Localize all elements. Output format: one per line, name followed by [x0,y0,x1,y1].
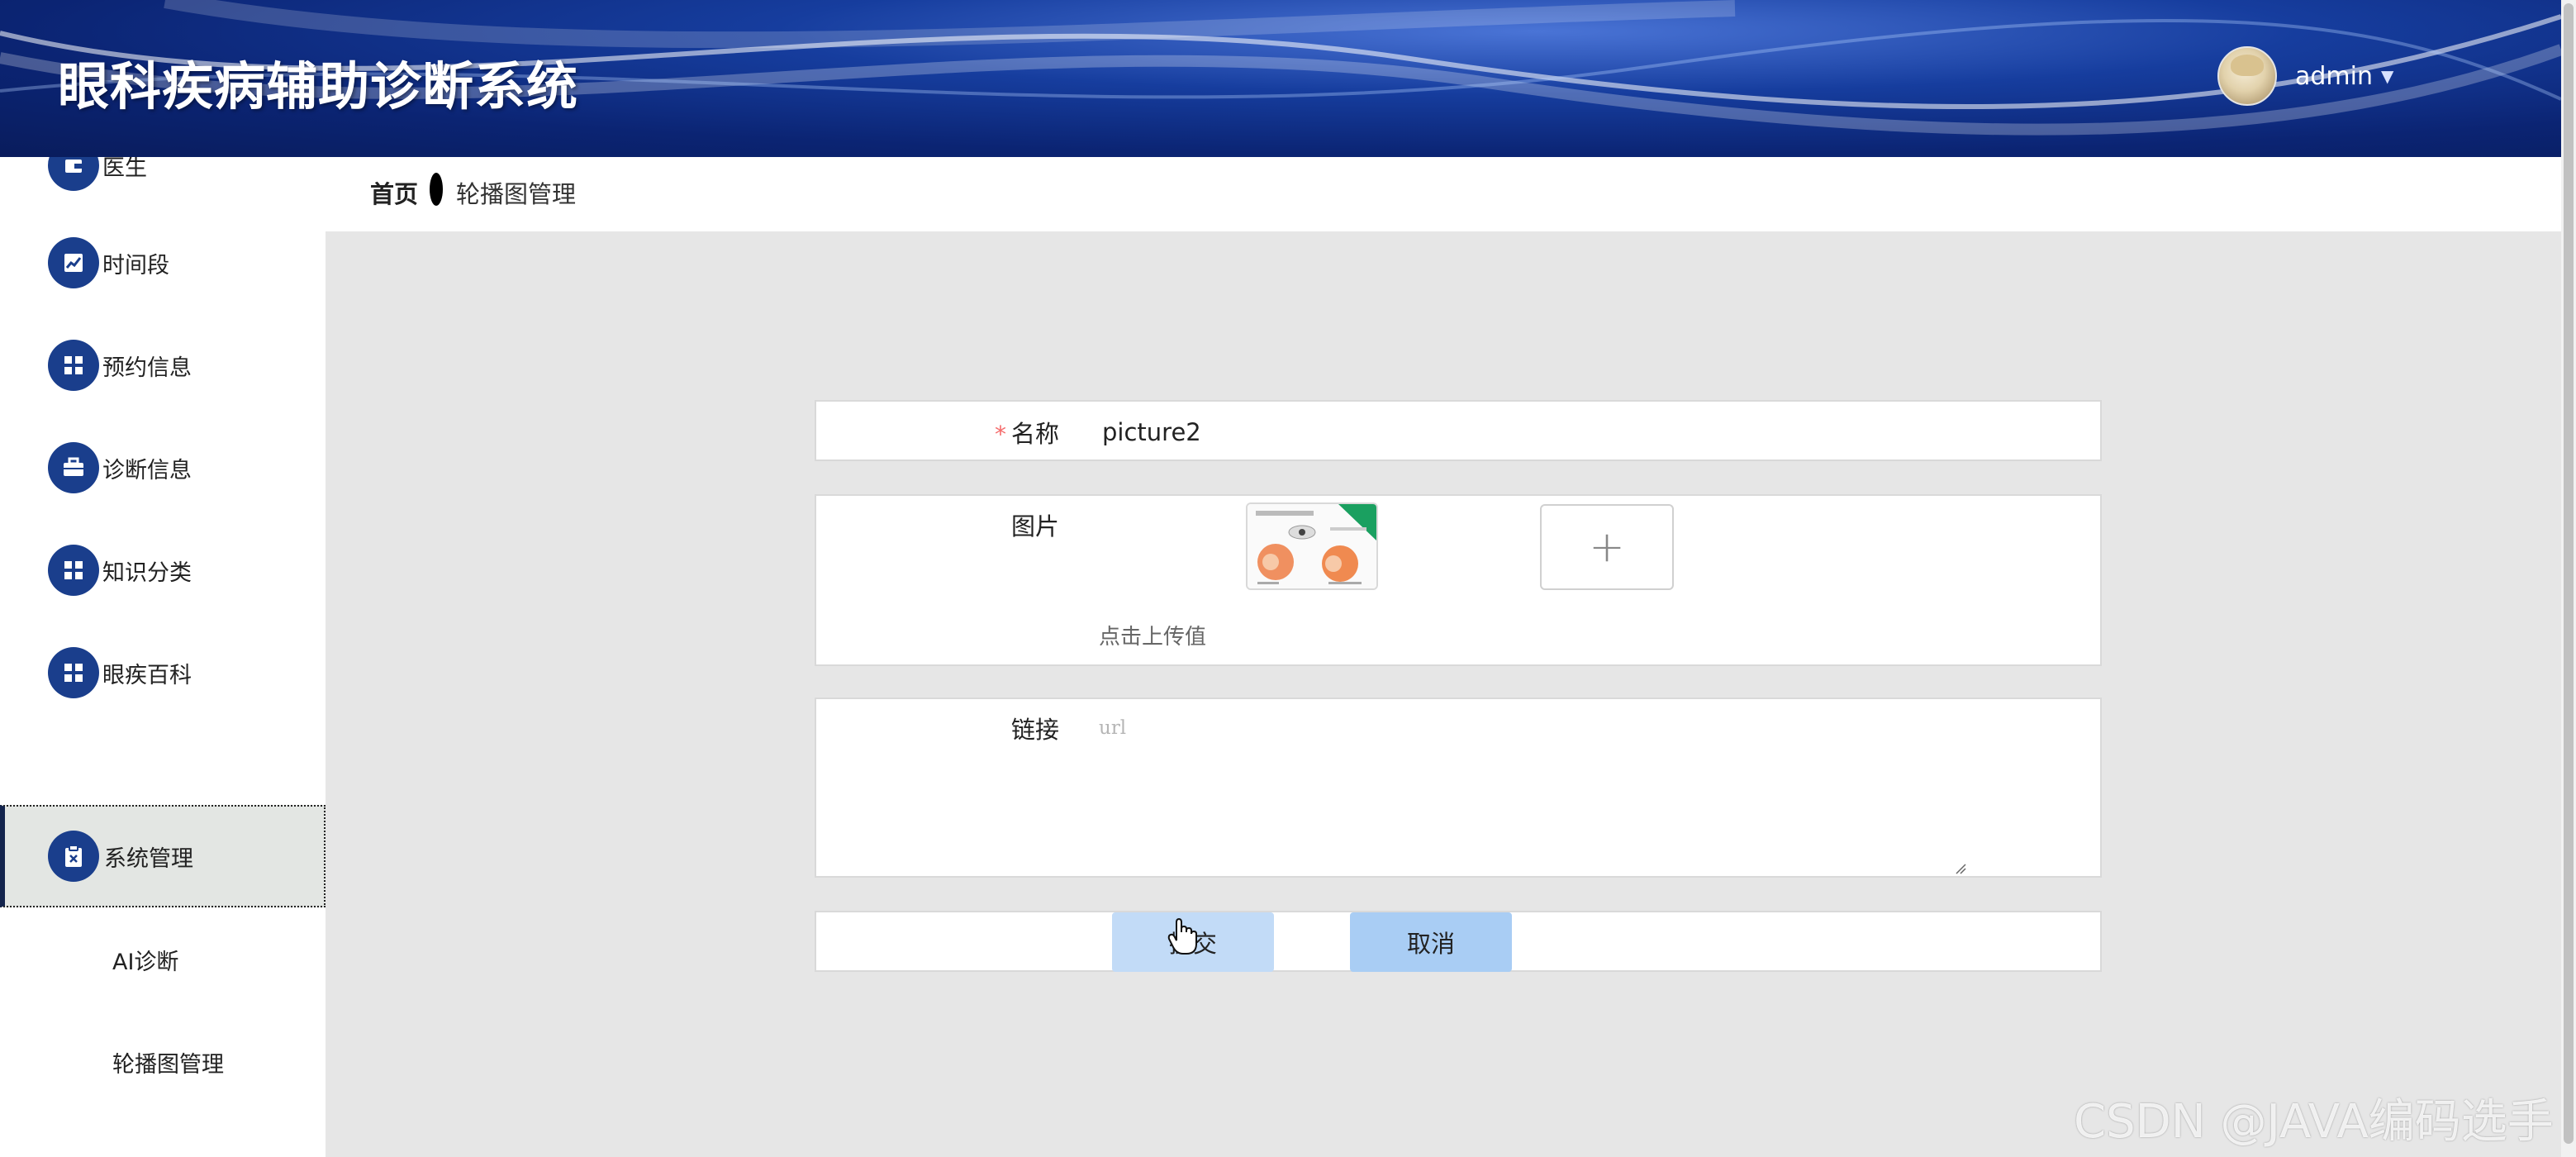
cancel-button[interactable]: 取消 [1350,912,1512,972]
form-row-image: 图片 + 点击上传值 [815,494,2102,666]
form-row-name: * 名称 [815,400,2102,463]
grid-icon [48,545,99,596]
sidebar: 医生 时间段 预约信息 诊断信息 知识分类 眼疾百科 系统管理 AI诊断 轮播图… [0,157,326,1157]
sidebar-subitem-ai-diagnosis[interactable]: AI诊断 [112,944,178,976]
caret-down-icon[interactable]: ▼ [2381,66,2393,86]
app-header: 眼科疾病辅助诊断系统 admin ▼ [0,0,2561,157]
chart-icon [48,237,99,288]
sidebar-item-doctor[interactable]: 医生 [0,157,326,217]
sidebar-item-appointment[interactable]: 预约信息 [0,314,326,417]
name-label: * 名称 [995,415,1059,450]
plus-icon: + [1589,522,1625,572]
upload-plus-button[interactable]: + [1540,504,1674,590]
image-label: 图片 [1010,512,1059,540]
resize-grip-icon[interactable] [1955,863,1966,874]
sidebar-subitem-carousel-management[interactable]: 轮播图管理 [112,1046,224,1078]
name-input[interactable] [1100,402,2100,463]
sidebar-item-label: 系统管理 [104,845,193,872]
sidebar-item-diagnosis[interactable]: 诊断信息 [0,417,326,519]
scrollbar-thumb[interactable] [2564,3,2574,1144]
link-label: 链接 [1010,716,1059,744]
breadcrumb-home[interactable]: 首页 [370,175,418,210]
grid-icon [48,647,99,698]
wallet-icon [48,157,99,191]
sidebar-item-label: 知识分类 [102,559,192,586]
watermark: CSDN @JAVA编码选手 [2074,1095,2554,1149]
username[interactable]: admin [2295,62,2373,91]
grid-icon [48,340,99,391]
upload-hint[interactable]: 点击上传值 [1099,620,1206,650]
sidebar-item-time-slot[interactable]: 时间段 [0,212,326,314]
hand-cursor-icon [1167,917,1197,955]
avatar[interactable] [2217,46,2277,106]
sidebar-item-eye-encyclopedia[interactable]: 眼疾百科 [0,621,326,724]
breadcrumb: 首页 轮播图管理 [326,157,2561,231]
sidebar-item-label: 预约信息 [102,355,192,381]
uploaded-image-thumbnail[interactable] [1246,502,1378,590]
link-textarea[interactable] [1091,709,2095,874]
sidebar-item-label: 诊断信息 [102,457,192,483]
name-label-text: 名称 [1010,420,1059,448]
form-row-link: 链接 [815,698,2102,878]
sidebar-item-system-management[interactable]: 系统管理 [0,805,326,907]
sidebar-item-label: 时间段 [102,252,169,279]
sidebar-item-knowledge-category[interactable]: 知识分类 [0,519,326,621]
briefcase-icon [48,442,99,493]
breadcrumb-separator-icon [430,173,443,206]
required-mark: * [994,421,1006,448]
form-row-actions: 提交 取消 [815,911,2102,972]
breadcrumb-current: 轮播图管理 [456,180,577,208]
app-title: 眼科疾病辅助诊断系统 [58,56,579,117]
user-menu[interactable]: admin ▼ [2217,46,2393,106]
clipboard-icon [48,831,99,882]
sidebar-item-label: 眼疾百科 [102,662,192,688]
sidebar-item-label: 医生 [102,157,147,181]
page-scrollbar[interactable] [2561,0,2576,1157]
